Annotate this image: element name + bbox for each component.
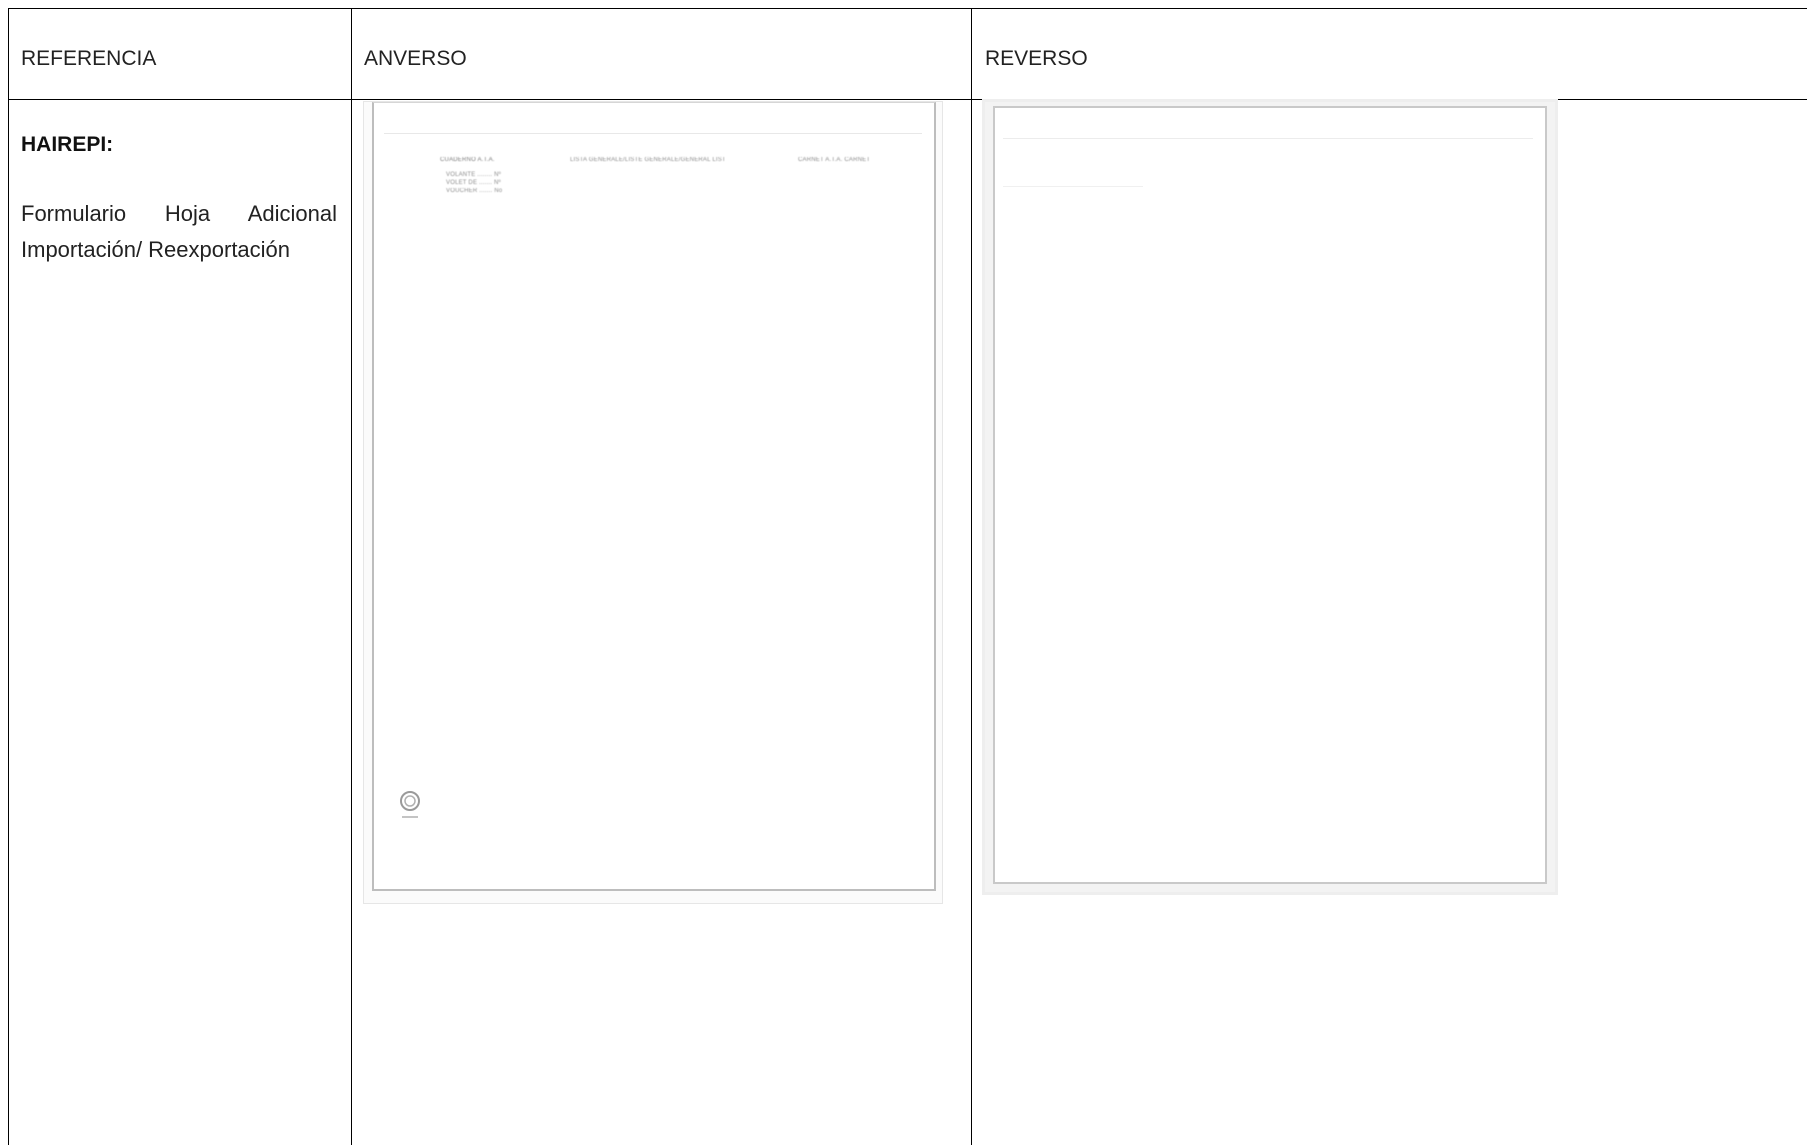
form-code: HAIREPI: <box>21 133 114 156</box>
form-description: Formulario Hoja Adicional Importación/ R… <box>21 201 337 262</box>
front-field-2: VOLET DE ....... Nº <box>446 180 501 186</box>
issuer-logo-icon <box>400 791 420 818</box>
back-form-page <box>993 106 1547 884</box>
front-header-right: CARNET A.T.A. CARNET <box>798 157 871 163</box>
front-form-thumbnail: CUADERNO A.T.A. LISTA GENERALE/LISTE GEN… <box>364 102 942 903</box>
column-divider-1 <box>351 8 352 1145</box>
back-form-thumbnail <box>985 102 1555 892</box>
header-anverso: ANVERSO <box>364 47 467 70</box>
header-bottom-border <box>8 99 1807 100</box>
table-left-border <box>8 8 9 1145</box>
back-top-rule <box>1003 138 1533 139</box>
header-referencia: REFERENCIA <box>21 47 157 70</box>
front-header-center: LISTA GENERALE/LISTE GENERALE/GENERAL LI… <box>570 157 726 163</box>
column-divider-2 <box>971 8 972 1145</box>
header-reverso: REVERSO <box>985 47 1088 70</box>
front-field-3: VOUCHER ....... No <box>446 188 503 194</box>
front-form-page: CUADERNO A.T.A. LISTA GENERALE/LISTE GEN… <box>372 102 936 891</box>
front-header-left: CUADERNO A.T.A. <box>440 157 495 163</box>
front-top-rule <box>384 133 922 134</box>
front-field-1: VOLANTE ........ Nº <box>446 172 502 178</box>
back-sub-rule <box>1003 186 1143 187</box>
table-top-border <box>8 8 1807 9</box>
